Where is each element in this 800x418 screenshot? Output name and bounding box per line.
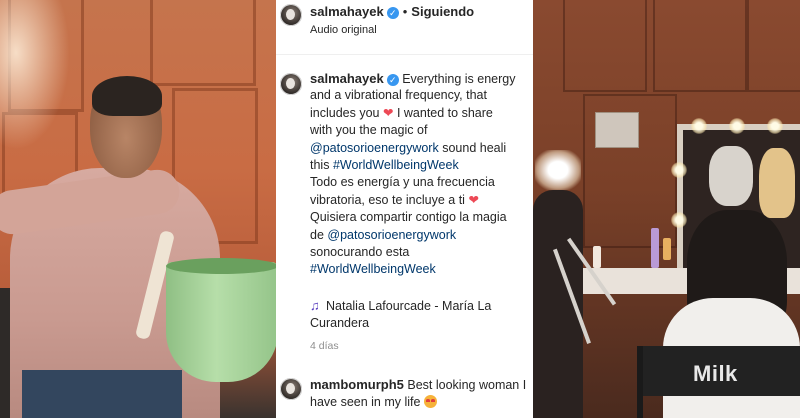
crystal-singing-bowl bbox=[166, 262, 276, 382]
mirror-bulb bbox=[671, 162, 687, 178]
caption-text: includes you bbox=[310, 105, 380, 120]
caption-text: I wanted to share bbox=[396, 105, 493, 120]
caption-avatar[interactable] bbox=[280, 73, 302, 95]
separator-dot: • bbox=[402, 4, 408, 19]
heart-icon: ❤ bbox=[382, 105, 394, 120]
caption-text: sonocurando esta bbox=[310, 244, 410, 259]
product-bottle bbox=[593, 246, 601, 268]
caption-text: Quisiera compartir contigo la magia bbox=[310, 210, 507, 225]
song-title[interactable]: Natalia Lafourcade - María La Curandera bbox=[310, 299, 491, 330]
ring-lamp bbox=[535, 150, 581, 190]
left-video-frame bbox=[0, 0, 276, 418]
commenter-avatar[interactable] bbox=[280, 378, 302, 400]
mention-link[interactable]: @patosorioenergywork bbox=[327, 228, 456, 242]
person-reflection bbox=[759, 148, 795, 218]
song-attribution[interactable]: ♫ Natalia Lafourcade - María La Curandera bbox=[310, 297, 533, 333]
wall-panel bbox=[563, 0, 647, 92]
comment: mambomurph5 Best looking woman I have se… bbox=[310, 376, 533, 412]
mirror-bulb bbox=[691, 118, 707, 134]
bowl-rim bbox=[166, 258, 276, 274]
woman-hair bbox=[92, 76, 162, 116]
hashtag-link[interactable]: #WorldWellbeingWeek bbox=[310, 262, 436, 276]
mirror-bulb bbox=[671, 212, 687, 228]
photo-frames bbox=[595, 112, 639, 148]
wall-panel bbox=[747, 0, 800, 92]
audio-label[interactable]: Audio original bbox=[310, 24, 377, 36]
heart-icon: ❤ bbox=[468, 192, 479, 207]
verified-check-icon: ✓ bbox=[386, 7, 399, 19]
music-note-icon: ♫ bbox=[310, 298, 320, 313]
hashtag-link[interactable]: #WorldWellbeingWeek bbox=[333, 158, 459, 172]
mirror-bulb bbox=[767, 118, 783, 134]
caption-text: sound heali bbox=[442, 140, 507, 155]
makeup-artist bbox=[709, 146, 753, 206]
jeans bbox=[22, 370, 182, 418]
chair-label: Milk bbox=[693, 361, 738, 386]
header-username[interactable]: salmahayek bbox=[310, 4, 384, 19]
post-timestamp: 4 días bbox=[310, 340, 339, 352]
verified-check-icon: ✓ bbox=[386, 74, 399, 86]
caption-text: Todo es energía y una frecuencia bbox=[310, 175, 495, 190]
product-bottle bbox=[663, 238, 671, 260]
avatar[interactable] bbox=[280, 4, 302, 26]
mention-link[interactable]: @patosorioenergywork bbox=[310, 141, 439, 155]
caption-text: vibratoria, eso te incluye a ti bbox=[310, 192, 465, 207]
heart-eyes-emoji-icon bbox=[423, 395, 437, 409]
right-video-frame: Milk bbox=[533, 0, 800, 418]
caption-text: de bbox=[310, 227, 324, 242]
caption-text: Everything is energy bbox=[402, 72, 516, 86]
commenter-username[interactable]: mambomurph5 bbox=[310, 377, 404, 392]
header-divider bbox=[276, 54, 533, 55]
post-caption: salmahayek ✓ Everything is energy and a v… bbox=[310, 70, 533, 279]
caption-text: with you the magic of bbox=[310, 123, 428, 138]
mirror-bulb bbox=[729, 118, 745, 134]
instagram-post-panel: salmahayek ✓ • Siguiendo Audio original sal… bbox=[276, 0, 533, 418]
following-button[interactable]: Siguiendo bbox=[411, 4, 474, 19]
chair-post bbox=[637, 346, 643, 418]
product-bottle bbox=[651, 228, 659, 268]
wall-panel bbox=[653, 0, 747, 92]
light-glare bbox=[0, 0, 70, 150]
post-header: salmahayek ✓ • Siguiendo bbox=[310, 4, 474, 19]
caption-text: and a vibrational frequency, that bbox=[310, 88, 487, 103]
caption-text: this bbox=[310, 157, 330, 172]
wall-panel bbox=[150, 0, 256, 86]
caption-username[interactable]: salmahayek bbox=[310, 71, 384, 86]
